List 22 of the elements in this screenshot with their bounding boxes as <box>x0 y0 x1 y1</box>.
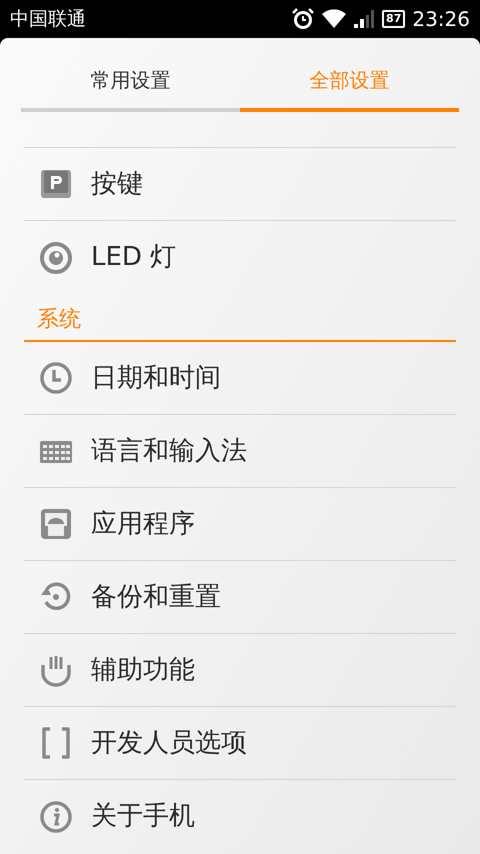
hand-icon <box>39 653 73 687</box>
settings-item[interactable]: 备份和重置 <box>24 561 456 634</box>
key-icon <box>39 167 73 201</box>
wifi-icon <box>322 9 346 29</box>
alarm-clock-icon <box>291 7 316 31</box>
settings-item[interactable]: 应用程序 <box>24 488 456 561</box>
tab[interactable]: 常用设置 <box>21 51 240 112</box>
signal-icon <box>353 9 376 29</box>
settings-item[interactable]: 按键 <box>24 148 456 221</box>
section-header: 系统 <box>37 306 81 334</box>
battery-indicator: 87 <box>382 10 406 28</box>
info-icon <box>39 800 73 834</box>
clock-time: 23:26 <box>412 6 470 33</box>
target-icon <box>39 240 73 274</box>
settings-item[interactable]: 日期和时间 <box>24 342 456 415</box>
settings-item[interactable]: 开发人员选项 <box>24 707 456 780</box>
settings-item[interactable]: 关于手机 <box>24 780 456 853</box>
carrier-name: 中国联通 <box>10 6 86 32</box>
settings-item[interactable]: 语言和输入法 <box>24 415 456 488</box>
settings-item[interactable]: 辅助功能 <box>24 634 456 707</box>
settings-item[interactable]: LED 灯 <box>24 221 456 294</box>
clock-icon <box>39 361 73 395</box>
